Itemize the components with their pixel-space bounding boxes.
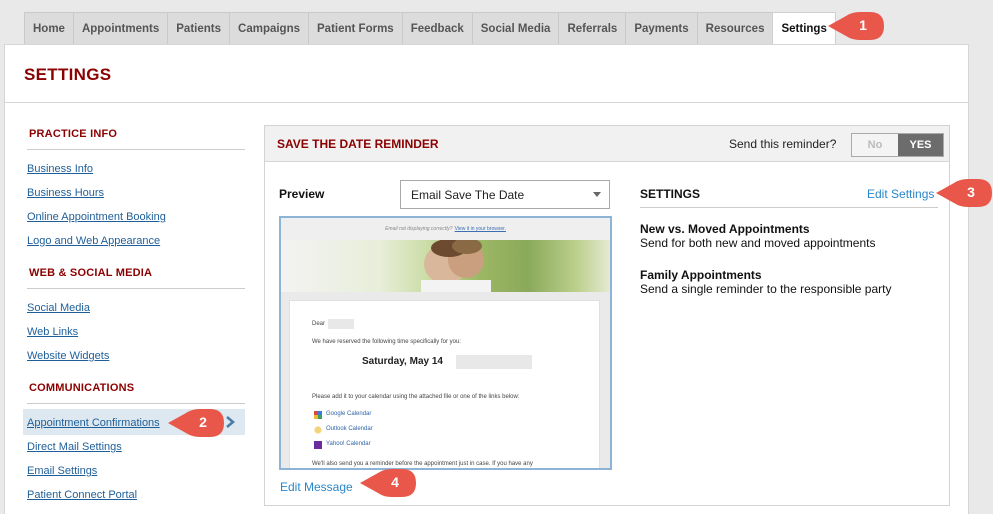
sidebar-heading-practice-info: PRACTICE INFO <box>29 128 118 140</box>
option-title-new-vs-moved: New vs. Moved Appointments <box>640 222 810 236</box>
sidebar-divider <box>27 149 245 150</box>
email-banner-photo <box>421 238 491 292</box>
sidebar-divider <box>27 288 245 289</box>
toggle-yes-option[interactable]: YES <box>898 134 943 156</box>
tab-payments[interactable]: Payments <box>625 12 698 44</box>
toggle-no-option[interactable]: No <box>852 134 898 156</box>
email-body: Dear We have reserved the following time… <box>289 300 600 468</box>
sidebar-link-business-info[interactable]: Business Info <box>27 163 93 175</box>
tab-home[interactable]: Home <box>24 12 74 44</box>
reminder-card: SAVE THE DATE REMINDER Send this reminde… <box>264 125 950 506</box>
option-desc-new-vs-moved: Send for both new and moved appointments <box>640 236 876 250</box>
sidebar-link-social-media[interactable]: Social Media <box>27 302 90 314</box>
send-reminder-toggle[interactable]: No YES <box>851 133 944 157</box>
redacted-name <box>328 319 354 329</box>
sidebar-heading-communications: COMMUNICATIONS <box>29 382 135 394</box>
tab-resources[interactable]: Resources <box>696 12 774 44</box>
sidebar-link-online-booking[interactable]: Online Appointment Booking <box>27 211 166 223</box>
edit-message-link[interactable]: Edit Message <box>280 480 353 494</box>
google-calendar-icon <box>314 411 322 419</box>
template-select[interactable]: Email Save The Date <box>400 180 610 209</box>
email-greeting: Dear <box>312 321 326 327</box>
google-calendar-link: Google Calendar <box>326 411 372 417</box>
option-title-family: Family Appointments <box>640 268 762 282</box>
outlook-calendar-link: Outlook Calendar <box>326 426 373 432</box>
callout-number-1: 1 <box>859 17 867 33</box>
sidebar-link-business-hours[interactable]: Business Hours <box>27 187 104 199</box>
outlook-calendar-icon <box>314 426 322 434</box>
template-select-value: Email Save The Date <box>411 187 525 202</box>
callout-number-2: 2 <box>199 414 207 430</box>
callout-number-4: 4 <box>391 474 399 490</box>
sidebar-link-logo-web-appearance[interactable]: Logo and Web Appearance <box>27 235 160 247</box>
tab-feedback[interactable]: Feedback <box>401 12 473 44</box>
email-banner-image <box>281 238 610 292</box>
option-desc-family: Send a single reminder to the responsibl… <box>640 282 892 296</box>
email-top-line: Email not displaying correctly? View it … <box>281 218 610 240</box>
email-intro: We have reserved the following time spec… <box>312 339 461 345</box>
email-date: Saturday, May 14 <box>362 356 443 367</box>
email-preview[interactable]: Email not displaying correctly? View it … <box>279 216 612 470</box>
send-reminder-label: Send this reminder? <box>729 137 837 151</box>
main-panel: SETTINGS PRACTICE INFO Business Info Bus… <box>4 44 969 514</box>
yahoo-calendar-icon <box>314 441 322 449</box>
sidebar-link-patient-connect[interactable]: Patient Connect Portal <box>27 489 137 501</box>
sidebar-link-appointment-confirmations[interactable]: Appointment Confirmations <box>27 417 160 429</box>
sidebar-heading-web-social: WEB & SOCIAL MEDIA <box>29 267 153 279</box>
email-view-browser-link: View it in your browser. <box>454 226 506 232</box>
sidebar-divider <box>27 403 245 404</box>
tab-social-media[interactable]: Social Media <box>471 12 560 44</box>
top-nav-tabs: Home Appointments Patients Campaigns Pat… <box>24 12 836 45</box>
redacted-time <box>456 355 532 369</box>
settings-heading: SETTINGS <box>640 187 701 201</box>
email-top-text: Email not displaying correctly? <box>385 226 453 232</box>
page-title: SETTINGS <box>24 65 112 84</box>
tab-appointments[interactable]: Appointments <box>72 12 169 44</box>
tab-campaigns[interactable]: Campaigns <box>229 12 310 44</box>
yahoo-calendar-link: Yahoo! Calendar <box>326 441 371 447</box>
sidebar-link-web-links[interactable]: Web Links <box>27 326 78 338</box>
email-calendar-intro: Please add it to your calendar using the… <box>312 394 520 400</box>
chevron-down-icon <box>593 192 601 197</box>
callout-number-3: 3 <box>967 184 975 200</box>
sidebar-link-email-settings[interactable]: Email Settings <box>27 465 97 477</box>
sidebar-link-website-widgets[interactable]: Website Widgets <box>27 350 109 362</box>
reminder-card-header: SAVE THE DATE REMINDER Send this reminde… <box>265 126 949 162</box>
tab-patients[interactable]: Patients <box>167 12 231 44</box>
settings-divider <box>640 207 938 208</box>
tab-referrals[interactable]: Referrals <box>558 12 627 44</box>
email-footer: We'll also send you a reminder before th… <box>312 461 533 467</box>
reminder-title: SAVE THE DATE REMINDER <box>277 137 439 151</box>
title-divider <box>5 102 968 103</box>
edit-settings-link[interactable]: Edit Settings <box>867 187 934 201</box>
tab-patient-forms[interactable]: Patient Forms <box>308 12 403 44</box>
preview-label: Preview <box>279 187 325 201</box>
sidebar-link-direct-mail[interactable]: Direct Mail Settings <box>27 441 122 453</box>
